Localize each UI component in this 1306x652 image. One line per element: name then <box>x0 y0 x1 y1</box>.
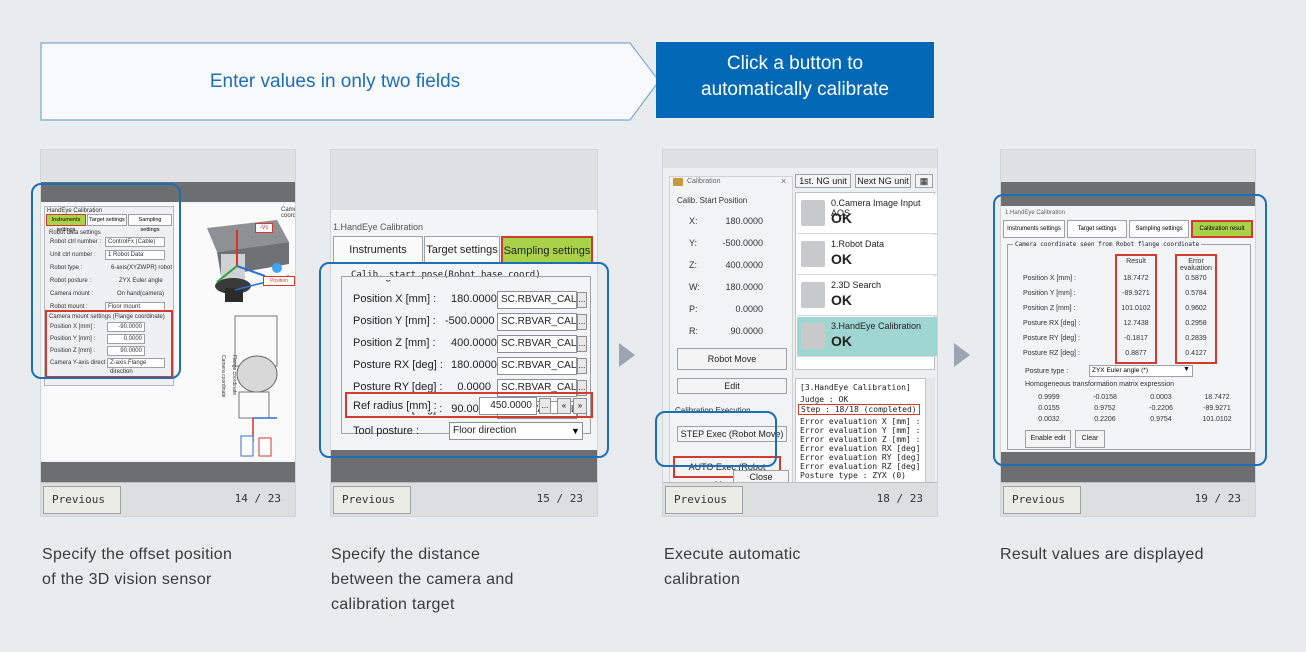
p3-axis-label: Y: <box>689 238 698 248</box>
p3-window-title: Calibration <box>687 178 721 185</box>
previous-button[interactable]: Previous <box>43 486 121 514</box>
p4-blue-highlight <box>993 194 1267 466</box>
p3-log-line: [3.HandEye Calibration] <box>800 383 911 392</box>
caption-line: Specify the distance <box>331 546 481 563</box>
p3-flow-name: 3.HandEye Calibration <box>831 321 922 331</box>
panel-footer: Previous 18 / 23 <box>663 482 937 516</box>
panel-topbar <box>1001 150 1255 182</box>
step2-line1: Click a button to <box>726 53 864 74</box>
caption-line: of the 3D vision sensor <box>42 571 212 588</box>
flow-arrow-icon <box>954 343 970 367</box>
caption-step-2: Specify the distance between the camera … <box>331 542 514 617</box>
page-number: 19 / 23 <box>1194 492 1241 505</box>
panel-topbar <box>331 150 597 210</box>
p3-flow-item[interactable]: 0.Camera Image Input AOS OK <box>797 194 937 234</box>
p3-blue-highlight <box>655 411 777 467</box>
p1-blue-highlight <box>31 183 181 379</box>
p1-diagram-position-label: Position X,Y,Z <box>263 276 295 286</box>
grid-icon[interactable]: ▦ <box>915 174 933 188</box>
page-number: 15 / 23 <box>536 492 583 505</box>
caption-line: between the camera and <box>331 571 514 588</box>
camera-icon <box>801 200 825 226</box>
p3-flow-item[interactable]: 1.Robot Data OK <box>797 235 937 275</box>
p2-tab-instruments[interactable]: Instruments settings <box>333 236 423 282</box>
p3-next-ng-button[interactable]: Next NG unit <box>855 174 911 188</box>
caption-step-3: Execute automatic calibration <box>664 542 801 592</box>
p2-tab-sampling[interactable]: Sampling settings <box>501 236 593 264</box>
p3-axis-label: P: <box>689 304 698 314</box>
p2-tab-target[interactable]: Target settings <box>424 236 500 264</box>
p3-log-line: Posture type : ZYX (0) <box>800 471 906 480</box>
flow-arrow-icon <box>619 343 635 367</box>
close-icon[interactable]: × <box>781 176 786 186</box>
caption-line: Result values are displayed <box>1000 546 1204 563</box>
p3-axis-value: 400.0000 <box>725 260 763 270</box>
p3-log-line: Error evaluation Z [mm] : 0.5141 <box>800 435 934 444</box>
p3-flow-name: 1.Robot Data <box>831 239 885 249</box>
p3-log-line: Error evaluation RX [deg] : 0.10 <box>800 444 934 453</box>
p2-blue-highlight <box>319 262 609 458</box>
caption-line: calibration target <box>331 596 455 613</box>
panel-topbar <box>663 150 937 168</box>
p3-axis-label: W: <box>689 282 700 292</box>
p3-log-line-completed: Step : 18/18 (completed) <box>798 404 920 415</box>
previous-button[interactable]: Previous <box>665 486 743 514</box>
p3-axis-value: 180.0000 <box>725 216 763 226</box>
caption-step-4: Result values are displayed <box>1000 542 1204 567</box>
step1-text: Enter values in only two fields <box>209 71 461 92</box>
page-number: 14 / 23 <box>234 492 281 505</box>
p3-first-ng-button[interactable]: 1st. NG unit <box>795 174 851 188</box>
p3-axis-label: R: <box>689 326 698 336</box>
p3-axis-value: -500.0000 <box>722 238 763 248</box>
p3-log-line: Error evaluation X [mm] : 0.5761 <box>800 417 934 426</box>
p3-log-line: Judge : OK <box>800 395 849 404</box>
caption-step-1: Specify the offset position of the 3D vi… <box>42 542 232 592</box>
p3-axis-value: 180.0000 <box>725 282 763 292</box>
p2-window-title: 1.HandEye Calibration <box>333 222 424 232</box>
p3-axis-value: 90.0000 <box>730 326 763 336</box>
page-number: 18 / 23 <box>876 492 923 505</box>
p2-ref-radius-highlight <box>345 392 593 418</box>
previous-button[interactable]: Previous <box>333 486 411 514</box>
p1-diagram-vc-label: -Vc <box>255 223 273 233</box>
search-3d-icon <box>801 282 825 308</box>
caption-line: Execute automatic <box>664 546 801 563</box>
panel-footer: Previous 15 / 23 <box>331 482 597 516</box>
previous-button[interactable]: Previous <box>1003 486 1081 514</box>
window-icon <box>673 178 683 186</box>
p3-flow-status: OK <box>831 333 852 349</box>
p3-axis-label: X: <box>689 216 698 226</box>
p1-diagram-camera-label: Camera coordinate <box>220 355 226 398</box>
p3-flow-name: 2.3D Search <box>831 280 882 290</box>
step2-line2: automatically calibrate <box>701 79 889 100</box>
p3-log-area: [3.HandEye Calibration] Judge : OK Step … <box>795 378 935 484</box>
p3-start-pos-label: Calib. Start Position <box>677 196 748 205</box>
p3-flow-item[interactable]: 2.3D Search OK <box>797 276 937 316</box>
p3-flow-item-selected[interactable]: 3.HandEye Calibration OK <box>797 317 937 357</box>
p3-flow-status: OK <box>831 210 852 226</box>
caption-line: Specify the offset position <box>42 546 233 563</box>
p3-axis-label: Z: <box>689 260 697 270</box>
p3-flow-status: OK <box>831 292 852 308</box>
robot-data-icon <box>801 241 825 267</box>
p3-axis-value: 0.0000 <box>735 304 763 314</box>
p3-log-line: Error evaluation RZ [deg] : 0.12 <box>800 462 934 471</box>
p3-robot-move-button[interactable]: Robot Move <box>677 348 787 370</box>
p3-log-scrollbar[interactable] <box>925 378 935 484</box>
panel-footer: Previous 19 / 23 <box>1001 482 1255 516</box>
panel-topbar <box>41 150 295 182</box>
caption-line: calibration <box>664 571 741 588</box>
p1-robot-diagram <box>207 220 290 457</box>
p3-log-line: Error evaluation RY [deg] : 0.12 <box>800 453 934 462</box>
panel-bottom-band <box>41 462 295 484</box>
p1-diagram-camera-coordinate: Camera coordinate <box>281 207 296 219</box>
p1-diagram-flange-label: Flange coordinate <box>231 355 237 396</box>
p3-edit-button[interactable]: Edit <box>677 378 787 394</box>
calibration-icon <box>801 323 825 349</box>
p3-log-line: Error evaluation Y [mm] : 0.5448 <box>800 426 934 435</box>
panel-footer: Previous 14 / 23 <box>41 482 295 516</box>
p3-flow-status: OK <box>831 251 852 267</box>
